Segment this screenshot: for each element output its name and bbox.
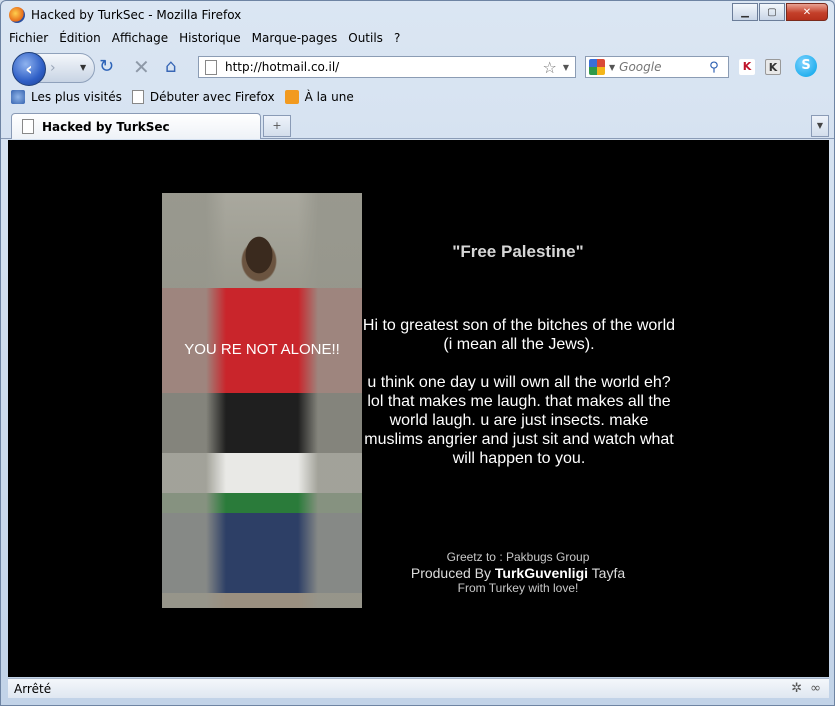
- most-visited-icon: [11, 90, 25, 104]
- star-icon[interactable]: ☆: [543, 58, 557, 77]
- close-button[interactable]: ✕: [786, 3, 828, 21]
- produced-name: TurkGuvenligi: [494, 565, 589, 581]
- new-tab-button[interactable]: +: [263, 115, 291, 137]
- search-engine-dropdown-icon[interactable]: ▼: [609, 63, 615, 72]
- message-paragraph-2: u think one day u will own all the world…: [364, 374, 674, 467]
- google-icon[interactable]: [589, 59, 605, 75]
- menu-bar: Fichier Édition Affichage Historique Mar…: [9, 31, 411, 45]
- produced-suffix: Tayfa: [591, 565, 626, 581]
- menu-affichage[interactable]: Affichage: [112, 31, 168, 45]
- addon-k-gray-icon[interactable]: K: [765, 59, 781, 75]
- forward-arrow-icon[interactable]: ›: [50, 60, 56, 76]
- greetz-line: Greetz to : Pakbugs Group: [446, 550, 590, 564]
- bookmarks-toolbar: Les plus visités Débuter avec Firefox À …: [11, 90, 364, 104]
- firebug-icon[interactable]: ✲: [791, 681, 802, 696]
- child-flag-photo: YOU RE NOT ALONE!!: [162, 193, 362, 608]
- back-forward-group: ‹ › ▼: [12, 52, 95, 86]
- menu-fichier[interactable]: Fichier: [9, 31, 48, 45]
- status-text: Arrêté: [14, 681, 52, 696]
- firefox-icon: [9, 7, 25, 23]
- menu-edition[interactable]: Édition: [59, 31, 101, 45]
- menu-help[interactable]: ?: [394, 31, 400, 45]
- rss-icon: [284, 90, 299, 104]
- url-bar[interactable]: http://hotmail.co.il/ ☆ ▼: [198, 56, 576, 78]
- bookmark-label: Débuter avec Firefox: [149, 90, 275, 104]
- status-bar: Arrêté ✲ ∞: [8, 678, 829, 698]
- page-content: YOU RE NOT ALONE!! "Free Palestine" Hi t…: [8, 140, 829, 677]
- skype-icon[interactable]: S: [795, 55, 817, 77]
- title-bar: Hacked by TurkSec - Mozilla Firefox ▁ ▢ …: [1, 1, 834, 29]
- tab-active[interactable]: Hacked by TurkSec: [11, 113, 261, 139]
- menu-outils[interactable]: Outils: [348, 31, 383, 45]
- url-text[interactable]: http://hotmail.co.il/: [225, 60, 543, 74]
- infinity-icon[interactable]: ∞: [810, 681, 821, 696]
- magnifier-icon[interactable]: ⚲: [709, 60, 719, 75]
- produced-prefix: Produced By: [410, 565, 492, 581]
- page-icon: [22, 119, 34, 134]
- search-input[interactable]: [619, 60, 708, 74]
- bookmark-most-visited[interactable]: Les plus visités: [11, 90, 122, 104]
- message-paragraph-1: Hi to greatest son of the bitches of the…: [362, 317, 676, 353]
- tab-strip: Hacked by TurkSec + ▼: [1, 111, 834, 139]
- menu-historique[interactable]: Historique: [179, 31, 241, 45]
- from-line: From Turkey with love!: [457, 581, 579, 595]
- produced-by-line: Produced By TurkGuvenligi Tayfa: [368, 565, 668, 581]
- page-heading: "Free Palestine": [452, 242, 584, 261]
- window-title: Hacked by TurkSec - Mozilla Firefox: [31, 8, 242, 22]
- stop-icon[interactable]: ✕: [133, 57, 150, 77]
- photo-caption: YOU RE NOT ALONE!!: [184, 341, 340, 358]
- tab-title: Hacked by TurkSec: [42, 119, 170, 134]
- menu-marque-pages[interactable]: Marque-pages: [252, 31, 338, 45]
- home-icon[interactable]: ⌂: [165, 57, 176, 77]
- page-icon: [131, 90, 144, 104]
- bookmark-label: Les plus visités: [31, 90, 122, 104]
- back-arrow-icon[interactable]: ‹: [12, 52, 46, 86]
- history-dropdown-icon[interactable]: ▼: [80, 63, 86, 72]
- minimize-button[interactable]: ▁: [732, 3, 758, 21]
- url-dropdown-icon[interactable]: ▼: [563, 63, 569, 72]
- search-bar[interactable]: ▼ ⚲: [585, 56, 729, 78]
- navigation-toolbar: ‹ › ▼ ↻ ✕ ⌂ http://hotmail.co.il/ ☆ ▼ ▼ …: [9, 51, 829, 86]
- bookmark-headlines[interactable]: À la une: [284, 90, 354, 104]
- tab-list-dropdown-icon[interactable]: ▼: [811, 115, 829, 137]
- bookmark-label: À la une: [304, 90, 354, 104]
- addon-k-red-icon[interactable]: K: [739, 59, 755, 75]
- page-icon: [205, 59, 217, 75]
- browser-window: Hacked by TurkSec - Mozilla Firefox ▁ ▢ …: [0, 0, 835, 706]
- maximize-button[interactable]: ▢: [759, 3, 785, 21]
- reload-icon[interactable]: ↻: [99, 57, 114, 77]
- bookmark-getting-started[interactable]: Débuter avec Firefox: [131, 90, 275, 104]
